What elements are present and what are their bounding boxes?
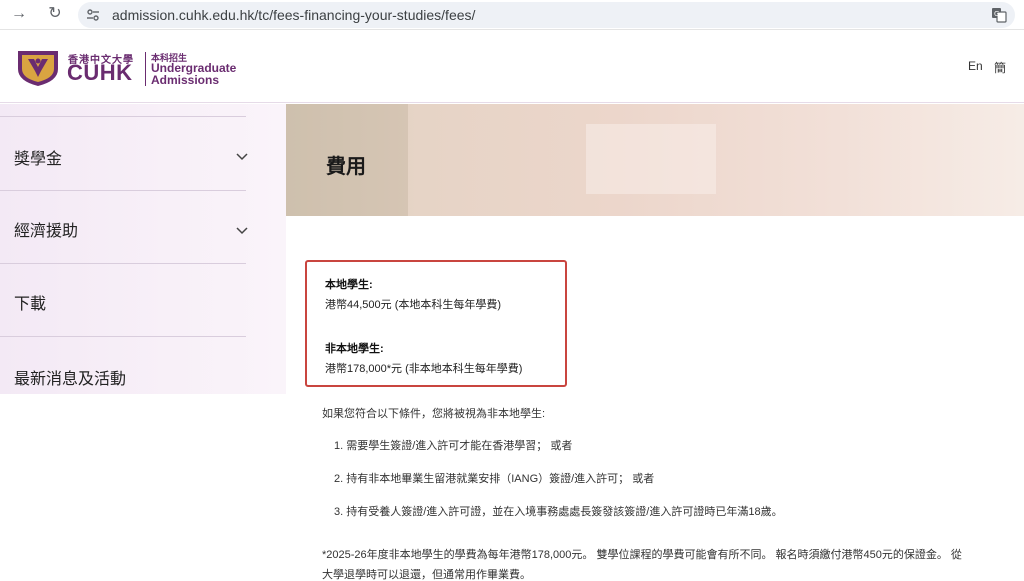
cuhk-crest-icon[interactable] (14, 47, 62, 87)
sidebar-item-news-events[interactable]: 最新消息及活動 (0, 336, 246, 410)
nonlocal-fee: 港幣178,000*元 (非本地本科生每年學費) (325, 363, 523, 375)
logo-wordmark[interactable]: CUHK (67, 61, 133, 85)
chevron-down-icon[interactable] (236, 153, 248, 161)
sidebar-item-label: 下載 (14, 296, 47, 313)
translate-icon[interactable]: G (991, 7, 1007, 23)
fee-note-line-2: 大學退學時可以退還，但通常用作畢業費。 (322, 569, 531, 581)
logo-sub-english-2: Admissions (151, 73, 220, 87)
list-item: 1. 需要學生簽證/進入許可才能在香港學習； 或者 (334, 440, 573, 452)
site-settings-icon[interactable] (86, 8, 100, 22)
logo-divider (145, 52, 146, 86)
local-students-heading: 本地學生: (325, 279, 373, 291)
list-item: 3. 持有受養人簽證/進入許可證，並在入境事務處處長簽發該簽證/進入許可證時已年… (334, 506, 783, 518)
nonlocal-criteria-intro: 如果您符合以下條件，您將被視為非本地學生: (322, 408, 546, 420)
site-header: 香港中文大學 CUHK 本科招生 Undergraduate Admission… (0, 30, 1024, 103)
forward-icon[interactable]: → (8, 3, 30, 25)
sidebar-item-label: 獎學金 (14, 151, 63, 168)
fee-summary-box: 本地學生: 港幣44,500元 (本地本科生每年學費) 非本地學生: 港幣178… (305, 260, 567, 387)
sidebar-item-scholarships[interactable]: 獎學金 (0, 116, 248, 190)
banner-decoration (586, 124, 716, 194)
sidebar-item-label: 經濟援助 (14, 223, 79, 240)
svg-text:G: G (994, 10, 999, 18)
chevron-down-icon[interactable] (236, 227, 248, 235)
sidebar-item-label: 最新消息及活動 (14, 371, 127, 388)
sidebar: 獎學金 經濟援助 下載 最新消息及活動 (0, 104, 286, 394)
sidebar-item-financial-aid[interactable]: 經濟援助 (0, 190, 248, 264)
nonlocal-students-heading: 非本地學生: (325, 343, 384, 355)
list-item: 2. 持有非本地畢業生留港就業安排（IANG）簽證/進入許可； 或者 (334, 473, 655, 485)
address-bar[interactable]: admission.cuhk.edu.hk/tc/fees-financing-… (78, 2, 1015, 28)
reload-icon[interactable]: ↻ (44, 3, 66, 25)
page-title: 費用 (326, 156, 366, 178)
fee-note-line-1: *2025-26年度非本地學生的學費為每年港幣178,000元。 雙學位課程的學… (322, 549, 962, 561)
language-english-link[interactable]: En (968, 59, 983, 73)
sidebar-item-downloads[interactable]: 下載 (0, 263, 246, 337)
url-text[interactable]: admission.cuhk.edu.hk/tc/fees-financing-… (112, 6, 475, 24)
local-fee: 港幣44,500元 (本地本科生每年學費) (325, 299, 502, 311)
browser-toolbar: → ↻ admission.cuhk.edu.hk/tc/fees-financ… (0, 0, 1024, 30)
page-banner: 費用 (286, 104, 1024, 216)
language-simplified-link[interactable]: 簡 (994, 59, 1006, 76)
